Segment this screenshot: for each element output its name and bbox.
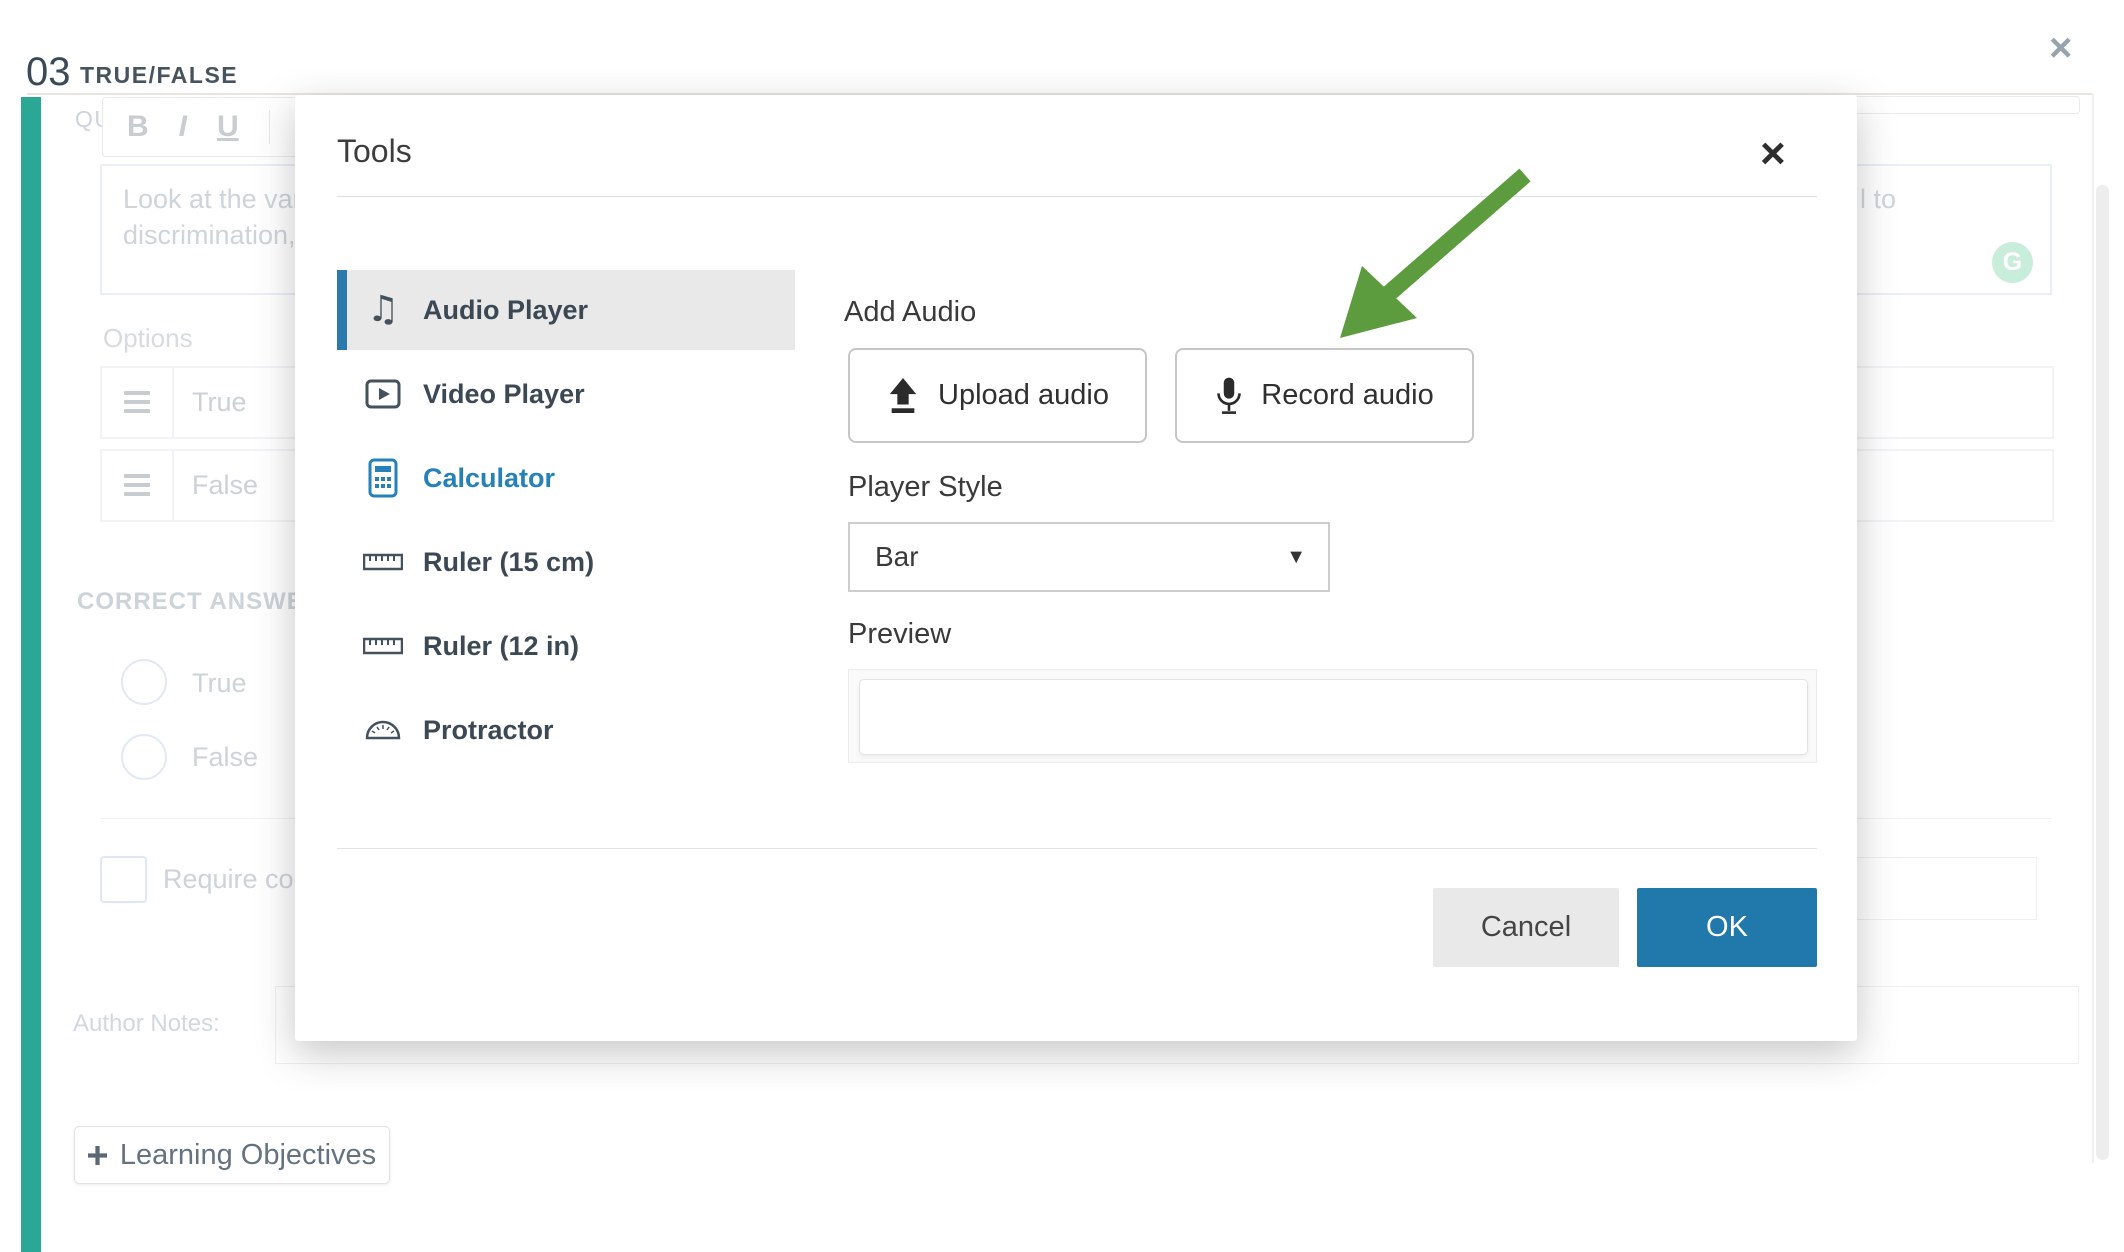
- green-arrow-annotation: [1320, 150, 1560, 350]
- option-drag-handle[interactable]: [100, 366, 174, 439]
- ruler-icon: [361, 637, 405, 655]
- modal-title: Tools: [337, 133, 412, 170]
- question-number: 03: [26, 50, 71, 95]
- player-style-value: Bar: [875, 541, 919, 573]
- calculator-icon: [361, 458, 405, 498]
- italic-button[interactable]: I: [179, 110, 187, 144]
- option-drag-handle[interactable]: [100, 449, 174, 522]
- sidebar-item-label: Audio Player: [423, 295, 588, 326]
- preview-player-placeholder: [859, 679, 1808, 755]
- question-type-label: TRUE/FALSE: [80, 62, 238, 89]
- sidebar-item-video-player[interactable]: Video Player: [337, 354, 795, 434]
- upload-audio-button[interactable]: Upload audio: [848, 348, 1147, 443]
- sidebar-item-calculator[interactable]: Calculator: [337, 438, 795, 518]
- scrollbar-thumb[interactable]: [2096, 185, 2109, 1160]
- radio-false[interactable]: [121, 734, 167, 780]
- option-value: True: [192, 387, 247, 418]
- ok-button[interactable]: OK: [1637, 888, 1817, 967]
- cancel-button[interactable]: Cancel: [1433, 888, 1619, 967]
- learning-objectives-label: Learning Objectives: [120, 1139, 376, 1172]
- author-notes-label: Author Notes:: [73, 1010, 220, 1038]
- bold-button[interactable]: B: [127, 110, 149, 144]
- hamburger-icon: [102, 451, 172, 496]
- grammarly-icon[interactable]: G: [1992, 242, 2033, 283]
- hamburger-icon: [102, 368, 172, 413]
- underline-button[interactable]: U: [217, 110, 239, 144]
- sidebar-item-protractor[interactable]: Protractor: [337, 690, 795, 770]
- learning-objectives-button[interactable]: Learning Objectives: [74, 1126, 390, 1184]
- require-checkbox[interactable]: [100, 856, 147, 903]
- protractor-icon: [361, 719, 405, 741]
- preview-label: Preview: [848, 618, 951, 651]
- options-label: Options: [103, 323, 193, 354]
- close-icon[interactable]: ×: [2049, 28, 2072, 68]
- upload-icon: [886, 375, 920, 417]
- require-label: Require cor: [163, 864, 303, 895]
- upload-audio-label: Upload audio: [938, 379, 1109, 412]
- ruler-icon: [361, 553, 405, 571]
- toolbar-divider: [269, 110, 270, 144]
- card-right-border: [2092, 93, 2094, 1163]
- tools-sidebar: ♫ Audio Player Video Player Calculator: [337, 270, 795, 770]
- option-value: False: [192, 470, 258, 501]
- correct-answer-label: CORRECT ANSWER: [77, 588, 322, 616]
- question-accent-bar: [21, 97, 41, 1252]
- music-note-icon: ♫: [361, 292, 405, 328]
- sidebar-item-label: Calculator: [423, 463, 555, 494]
- sidebar-item-ruler-12in[interactable]: Ruler (12 in): [337, 606, 795, 686]
- preview-area: [848, 669, 1817, 763]
- radio-false-label: False: [192, 742, 258, 773]
- modal-close-icon[interactable]: ×: [1760, 132, 1786, 176]
- screen: 03 TRUE/FALSE × QUESTION B I U A Look at…: [0, 0, 2124, 1252]
- video-play-icon: [361, 376, 405, 412]
- question-placeholder-tail: l to: [1860, 184, 1896, 215]
- sidebar-item-audio-player[interactable]: ♫ Audio Player: [337, 270, 795, 350]
- tools-modal: Tools × ♫ Audio Player Video Player Calc…: [295, 95, 1857, 1041]
- radio-true[interactable]: [121, 659, 167, 705]
- sidebar-item-label: Ruler (15 cm): [423, 547, 594, 578]
- player-style-select[interactable]: Bar ▼: [848, 522, 1330, 592]
- record-audio-label: Record audio: [1261, 379, 1434, 412]
- record-audio-button[interactable]: Record audio: [1175, 348, 1474, 443]
- selected-indicator: [337, 270, 347, 350]
- microphone-icon: [1215, 374, 1243, 418]
- radio-true-label: True: [192, 668, 247, 699]
- question-placeholder-line2: discrimination,: [123, 220, 296, 251]
- modal-title-divider: [337, 196, 1817, 197]
- add-audio-heading: Add Audio: [844, 296, 976, 329]
- plus-icon: [88, 1146, 107, 1165]
- sidebar-item-label: Protractor: [423, 715, 554, 746]
- player-style-label: Player Style: [848, 471, 1003, 504]
- modal-footer-divider: [337, 848, 1817, 849]
- sidebar-item-ruler-15cm[interactable]: Ruler (15 cm): [337, 522, 795, 602]
- sidebar-item-label: Ruler (12 in): [423, 631, 579, 662]
- question-placeholder-line1: Look at the var: [123, 184, 302, 215]
- chevron-down-icon: ▼: [1286, 546, 1306, 569]
- sidebar-item-label: Video Player: [423, 379, 585, 410]
